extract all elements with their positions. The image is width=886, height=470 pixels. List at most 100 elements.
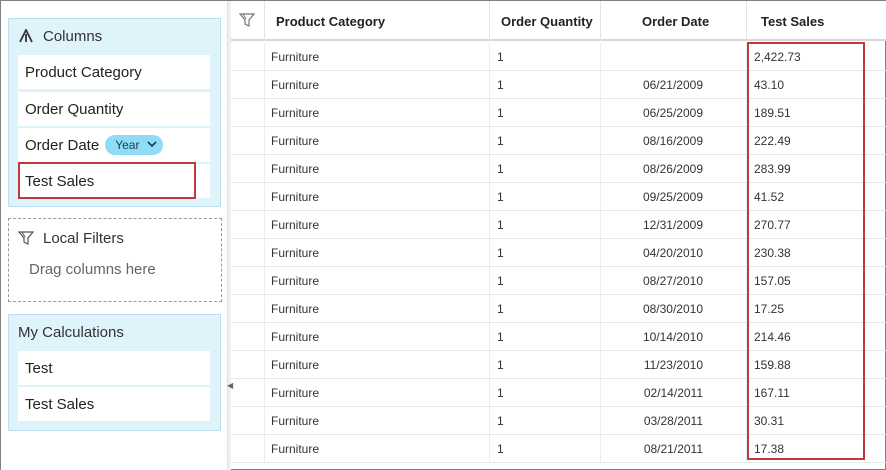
table-row[interactable]: Furniture 1 06/21/2009 43.10 [231, 71, 886, 99]
cell-order-date: 04/20/2010 [601, 239, 747, 267]
date-granularity-select[interactable]: Year [105, 135, 164, 155]
filters-panel-title: Local Filters [43, 229, 124, 247]
local-filters-dropzone[interactable]: Local Filters Drag columns here [8, 218, 222, 302]
grid-filter-button[interactable] [231, 1, 265, 41]
column-pill-label: Test Sales [25, 172, 95, 190]
table-row[interactable]: Furniture 1 08/27/2010 157.05 [231, 267, 886, 295]
header-test-sales[interactable]: Test Sales [747, 1, 886, 41]
table-row[interactable]: Furniture 1 08/30/2010 17.25 [231, 295, 886, 323]
cell-order-date: 08/21/2011 [601, 435, 747, 463]
cell-test-sales: 159.88 [754, 358, 791, 372]
table-row[interactable]: Furniture 1 02/14/2011 167.11 [231, 379, 886, 407]
cell-order-quantity: 1 [490, 435, 601, 463]
cell-product-category: Furniture [265, 351, 490, 379]
columns-panel-title: Columns [43, 27, 103, 45]
cell-test-sales: 167.11 [754, 386, 790, 400]
cell-test-sales: 283.99 [754, 162, 791, 176]
row-selector[interactable] [231, 295, 265, 323]
table-row[interactable]: Furniture 1 2,422.73 [231, 43, 886, 71]
calculations-panel-title: My Calculations [18, 323, 124, 341]
grid-header: Product Category Order Quantity Order Da… [231, 1, 886, 41]
cell-order-date [601, 43, 747, 71]
column-pill-label: Product Category [25, 63, 142, 81]
calculation-pill-test-sales[interactable]: Test Sales [18, 387, 210, 421]
row-selector[interactable] [231, 211, 265, 239]
columns-panel-header: Columns [9, 19, 220, 53]
date-granularity-value: Year [115, 138, 140, 152]
row-selector[interactable] [231, 183, 265, 211]
cell-order-date: 06/25/2009 [601, 99, 747, 127]
column-pill-test-sales[interactable]: Test Sales [18, 164, 210, 198]
table-row[interactable]: Furniture 1 04/20/2010 230.38 [231, 239, 886, 267]
cell-test-sales: 270.77 [754, 218, 791, 232]
cell-test-sales: 2,422.73 [754, 50, 801, 64]
row-selector[interactable] [231, 155, 265, 183]
row-selector[interactable] [231, 239, 265, 267]
cell-product-category: Furniture [265, 323, 490, 351]
cell-order-date: 08/27/2010 [601, 267, 747, 295]
filters-dropzone-hint: Drag columns here [29, 261, 156, 278]
cell-test-sales: 189.51 [754, 106, 791, 120]
cell-product-category: Furniture [265, 71, 490, 99]
table-row[interactable]: Furniture 1 11/23/2010 159.88 [231, 351, 886, 379]
cell-order-date: 11/23/2010 [601, 351, 747, 379]
grid-filter-icon [238, 12, 257, 31]
cell-product-category: Furniture [265, 435, 490, 463]
table-row[interactable]: Furniture 1 06/25/2009 189.51 [231, 99, 886, 127]
chevron-down-icon [147, 139, 158, 151]
cell-order-date: 03/28/2011 [601, 407, 747, 435]
table-row[interactable]: Furniture 1 10/14/2010 214.46 [231, 323, 886, 351]
row-selector[interactable] [231, 99, 265, 127]
table-row[interactable]: Furniture 1 12/31/2009 270.77 [231, 211, 886, 239]
cell-order-date: 08/30/2010 [601, 295, 747, 323]
cell-order-date: 02/14/2011 [601, 379, 747, 407]
column-pill-product-category[interactable]: Product Category [18, 55, 210, 89]
cell-test-sales: 230.38 [754, 246, 791, 260]
cell-order-quantity: 1 [490, 127, 601, 155]
row-selector[interactable] [231, 323, 265, 351]
cell-test-sales: 222.49 [754, 134, 791, 148]
row-selector[interactable] [231, 351, 265, 379]
cell-order-date: 10/14/2010 [601, 323, 747, 351]
cell-order-date: 08/26/2009 [601, 155, 747, 183]
cell-test-sales: 43.10 [754, 78, 785, 92]
cell-product-category: Furniture [265, 267, 490, 295]
column-pill-order-date[interactable]: Order Date Year [18, 128, 210, 162]
cell-test-sales: 41.52 [754, 190, 785, 204]
table-row[interactable]: Furniture 1 08/26/2009 283.99 [231, 155, 886, 183]
header-product-category[interactable]: Product Category [265, 1, 490, 41]
filter-icon [18, 230, 34, 246]
table-row[interactable]: Furniture 1 08/21/2011 17.38 [231, 435, 886, 463]
row-selector[interactable] [231, 71, 265, 99]
table-row[interactable]: Furniture 1 08/16/2009 222.49 [231, 127, 886, 155]
table-row[interactable]: Furniture 1 03/28/2011 30.31 [231, 407, 886, 435]
cell-product-category: Furniture [265, 379, 490, 407]
cell-order-quantity: 1 [490, 43, 601, 71]
calculations-panel: My Calculations Test Test Sales [8, 314, 221, 431]
cell-order-quantity: 1 [490, 239, 601, 267]
cell-order-date: 06/21/2009 [601, 71, 747, 99]
row-selector[interactable] [231, 407, 265, 435]
table-row[interactable]: Furniture 1 09/25/2009 41.52 [231, 183, 886, 211]
cell-product-category: Furniture [265, 295, 490, 323]
row-selector[interactable] [231, 435, 265, 463]
row-selector[interactable] [231, 379, 265, 407]
cell-test-sales: 30.31 [754, 414, 785, 428]
row-selector[interactable] [231, 127, 265, 155]
calculation-pill-label: Test [25, 359, 53, 377]
calculations-panel-header: My Calculations [9, 315, 220, 349]
cell-order-quantity: 1 [490, 211, 601, 239]
cell-product-category: Furniture [265, 43, 490, 71]
calculation-pill-test[interactable]: Test [18, 351, 210, 385]
header-order-date[interactable]: Order Date [601, 1, 747, 41]
cell-order-quantity: 1 [490, 155, 601, 183]
cell-product-category: Furniture [265, 211, 490, 239]
row-selector[interactable] [231, 43, 265, 71]
header-order-quantity[interactable]: Order Quantity [490, 1, 601, 41]
cell-test-sales: 17.38 [754, 442, 785, 456]
left-pane: Columns Product Category Order Quantity … [1, 1, 227, 470]
row-selector[interactable] [231, 267, 265, 295]
cell-order-quantity: 1 [490, 379, 601, 407]
column-pill-order-quantity[interactable]: Order Quantity [18, 92, 210, 126]
cell-product-category: Furniture [265, 239, 490, 267]
